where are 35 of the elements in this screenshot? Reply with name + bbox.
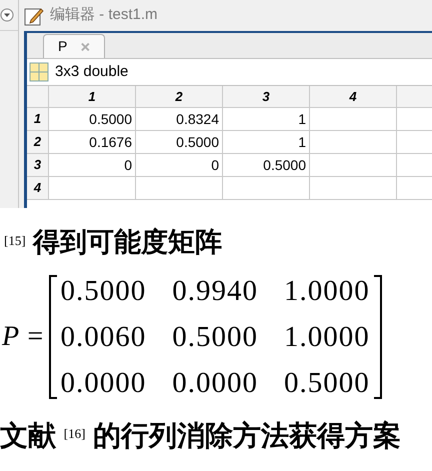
heading-text: $^{[15]}$ 得到可能度矩阵 [3, 226, 224, 259]
table-cell: 1 [223, 131, 310, 154]
window-title: 编辑器 - test1.m [50, 5, 158, 26]
variable-info: 3x3 double [55, 62, 128, 82]
table-cell: 0.8324 [136, 108, 223, 131]
row-header[interactable]: 1 [27, 108, 49, 131]
row-header[interactable]: 3 [27, 154, 49, 177]
matrix-entry: 0.0000 [60, 366, 146, 398]
matrix-entry: 0.5000 [284, 366, 370, 398]
row-header[interactable]: 4 [27, 177, 49, 200]
table-cell: 0.5000 [223, 154, 310, 177]
equation-lhs: P = [2, 320, 44, 354]
column-header[interactable]: 3 [223, 86, 310, 108]
table-cell: 1 [223, 108, 310, 131]
table-cell: 0.1676 [49, 131, 136, 154]
dropdown-icon[interactable] [0, 8, 14, 22]
column-header[interactable]: 4 [310, 86, 397, 108]
grid-icon [29, 62, 49, 82]
matrix-entry: 0.5000 [60, 274, 146, 306]
matrix-entry: 0.9940 [172, 274, 258, 306]
variable-tab[interactable]: P [43, 34, 105, 58]
table-cell: 0 [49, 154, 136, 177]
column-header[interactable]: 1 [49, 86, 136, 108]
table-cell: 0 [136, 154, 223, 177]
table-cell: 0.5000 [136, 131, 223, 154]
pencil-icon [24, 6, 44, 26]
column-header[interactable]: 2 [136, 86, 223, 108]
table-cell: 0.5000 [49, 108, 136, 131]
row-header[interactable]: 2 [27, 131, 49, 154]
matrix-entry: 1.0000 [284, 320, 370, 352]
matrix-entry: 0.0060 [60, 320, 146, 352]
matrix-entry: 1.0000 [284, 274, 370, 306]
matrix-entry: 0.0000 [172, 366, 258, 398]
body-text: 文献 $^{[16]}$ 的行列消除方法获得方案 [0, 418, 402, 452]
matrix-entry: 0.5000 [172, 320, 258, 352]
